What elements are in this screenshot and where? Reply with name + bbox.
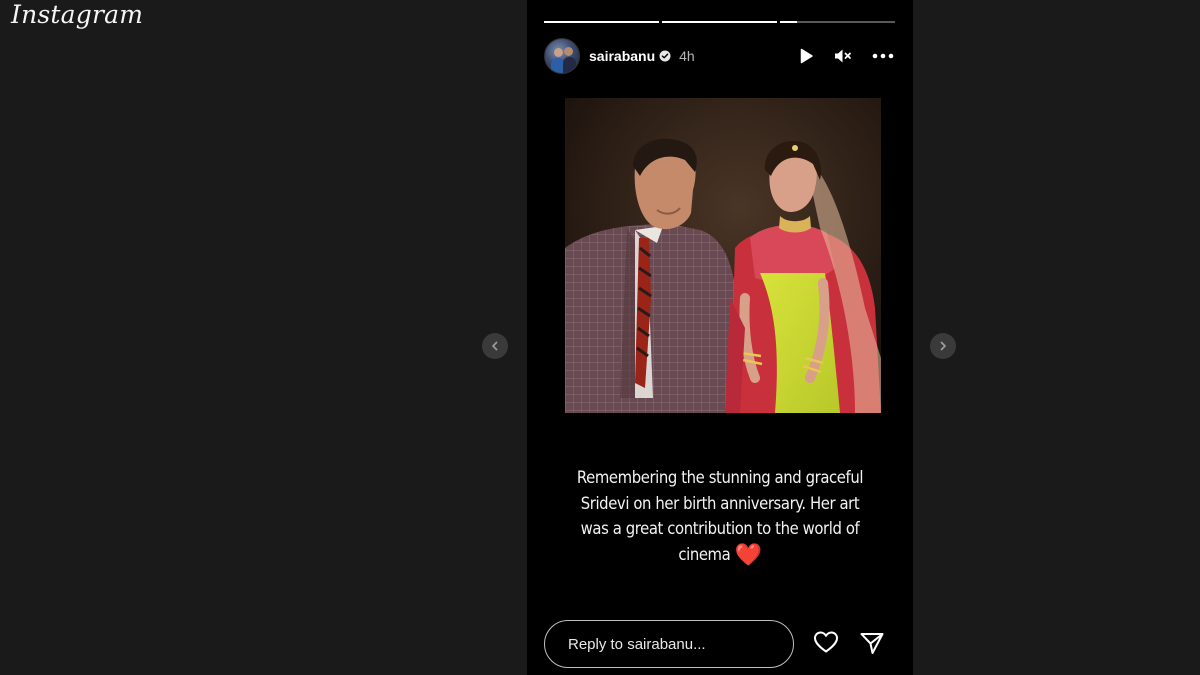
instagram-logo[interactable]: Instagram bbox=[11, 0, 143, 29]
chevron-right-icon bbox=[940, 341, 946, 351]
send-icon[interactable] bbox=[859, 631, 885, 655]
story-caption: Remembering the stunning and graceful Sr… bbox=[547, 465, 893, 568]
chevron-left-icon bbox=[492, 341, 498, 351]
progress-segment bbox=[544, 21, 659, 23]
story-photo-image bbox=[565, 98, 881, 413]
reply-input[interactable] bbox=[544, 620, 794, 668]
story-controls bbox=[797, 38, 895, 74]
avatar[interactable] bbox=[544, 38, 580, 74]
story-header: sairabanu 4h bbox=[544, 38, 895, 74]
progress-segment bbox=[662, 21, 777, 23]
previous-story-button[interactable] bbox=[482, 333, 508, 359]
caption-line: was a great contribution to the world of bbox=[580, 519, 860, 538]
more-options-icon[interactable] bbox=[871, 47, 895, 65]
caption-line-last: cinema ❤️ bbox=[547, 542, 893, 569]
story-username[interactable]: sairabanu bbox=[589, 48, 655, 64]
progress-segment bbox=[780, 21, 895, 23]
story-viewer[interactable]: sairabanu 4h Remembering the stunning an… bbox=[527, 0, 913, 675]
caption-line: Remembering the stunning and graceful bbox=[576, 468, 864, 487]
mute-icon[interactable] bbox=[833, 47, 853, 65]
story-timestamp: 4h bbox=[679, 48, 695, 64]
caption-line: Sridevi on her birth anniversary. Her ar… bbox=[580, 493, 860, 513]
heart-icon[interactable] bbox=[813, 630, 839, 654]
verified-badge-icon bbox=[659, 50, 671, 62]
story-progress bbox=[544, 21, 895, 23]
caption-line: cinema bbox=[678, 544, 731, 564]
play-icon[interactable] bbox=[797, 47, 815, 65]
next-story-button[interactable] bbox=[930, 333, 956, 359]
story-photo bbox=[565, 98, 881, 413]
heart-emoji: ❤️ bbox=[734, 542, 762, 568]
